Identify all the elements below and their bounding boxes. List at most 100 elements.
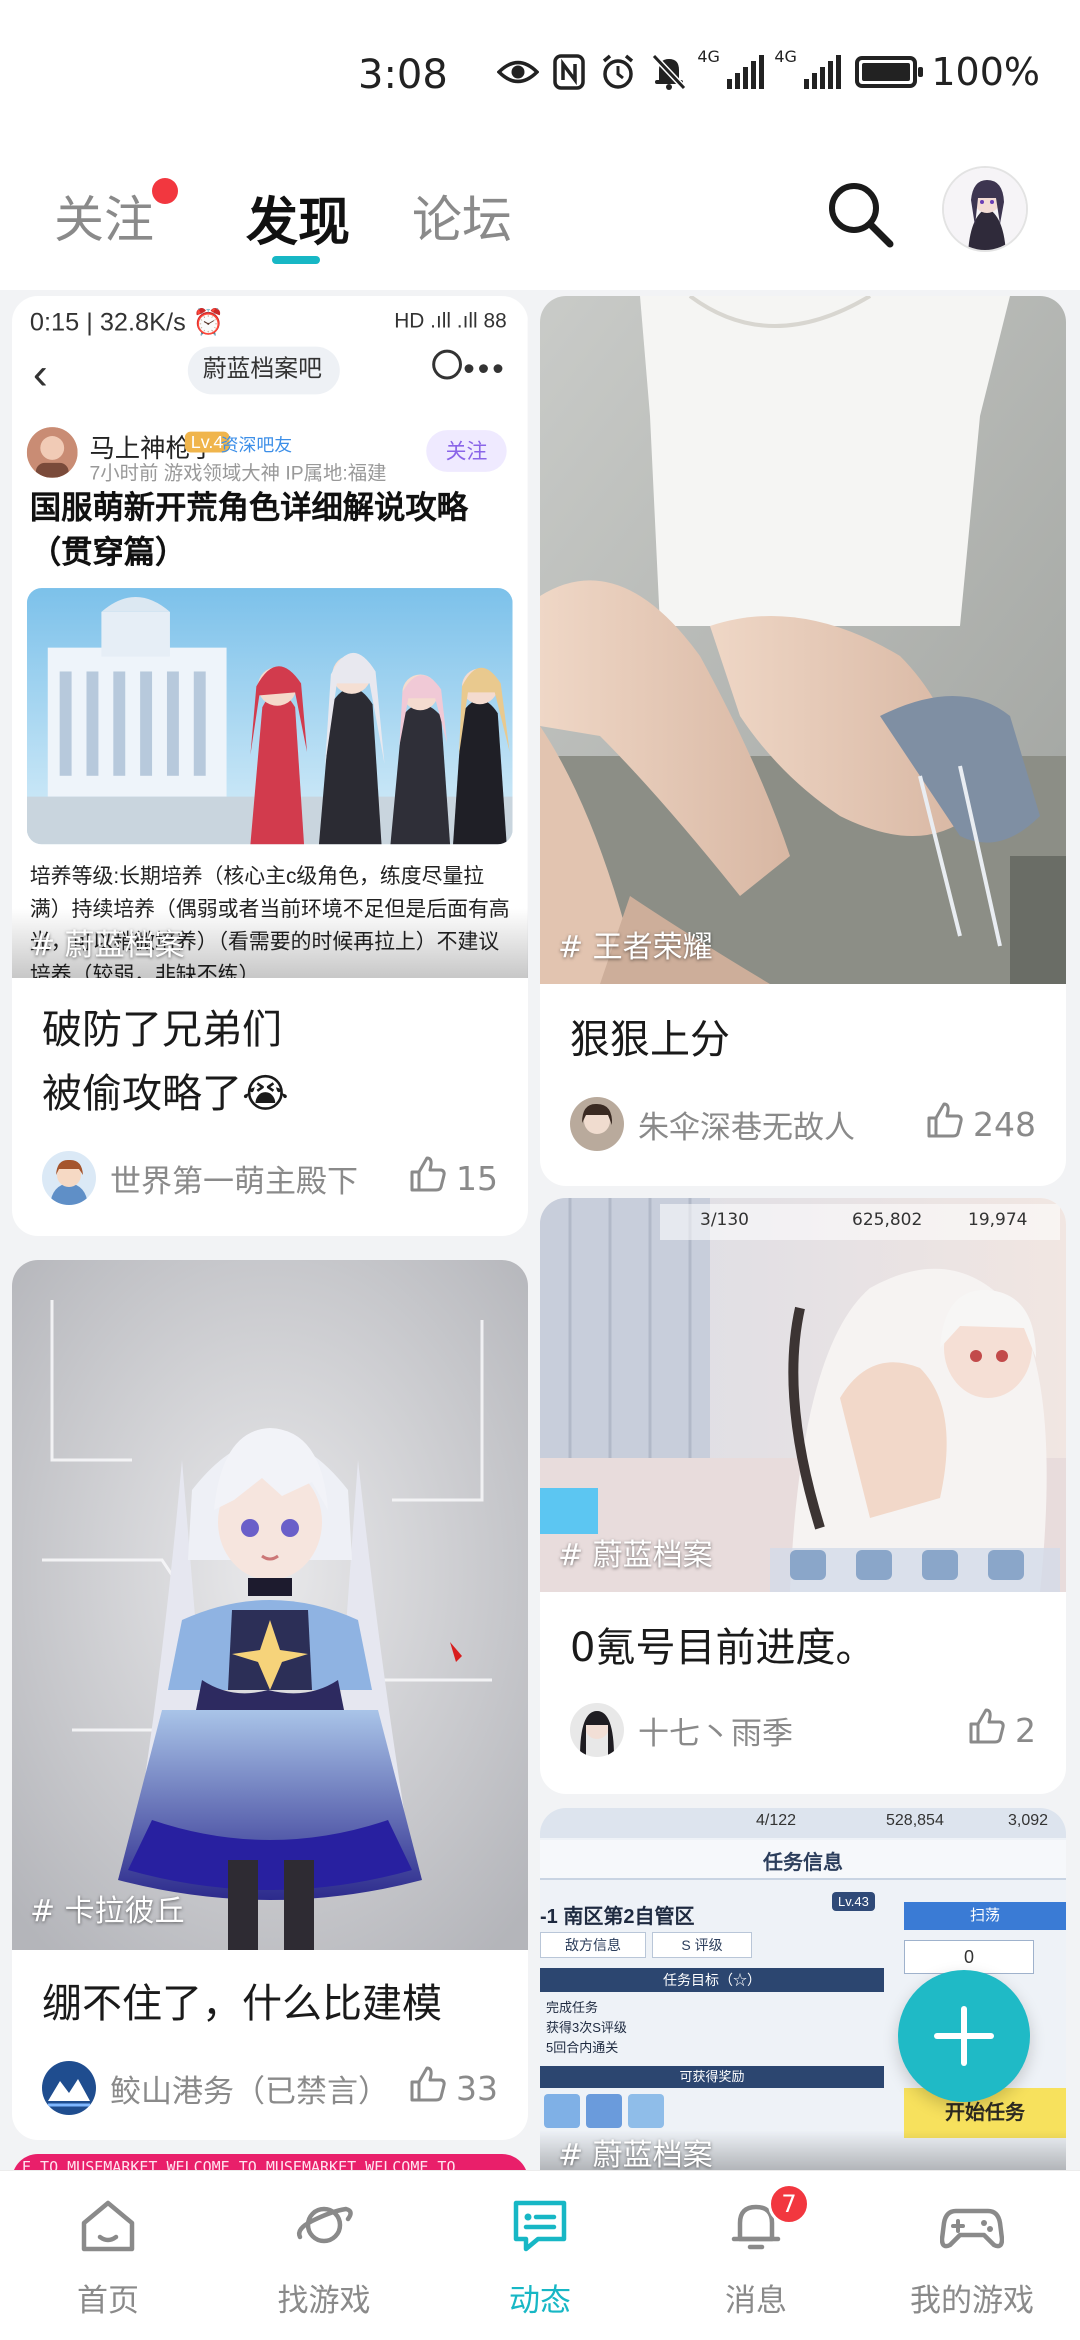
nav-messages-label: 消息: [725, 2283, 787, 2319]
home-icon: [81, 2200, 135, 2252]
chat-icon: [513, 2200, 567, 2252]
author-avatar[interactable]: [42, 1151, 96, 1205]
goal-list: 完成任务 获得3次S评级 5回合内通关: [546, 1998, 627, 2058]
topic-tag[interactable]: # 蔚蓝档案: [558, 1530, 713, 1574]
tab-forum[interactable]: 论坛: [412, 180, 512, 252]
search-icon[interactable]: [822, 176, 898, 252]
battery-fill: [862, 63, 911, 81]
embedded-game-artwork: [26, 588, 513, 845]
sweep-label: 扫荡: [904, 1902, 1066, 1930]
topic-tag[interactable]: # 蔚蓝档案: [558, 2130, 713, 2170]
author-avatar[interactable]: [570, 1703, 624, 1757]
hud-gems: 19,974: [968, 1210, 1028, 1230]
author-avatar[interactable]: [42, 2061, 96, 2115]
embedded-member-badge: 资深吧友: [220, 434, 293, 456]
author-avatar[interactable]: [570, 1097, 624, 1151]
game-hud-bar: [540, 1808, 1066, 1838]
tab-discover[interactable]: 发现: [246, 180, 350, 255]
post-title-line-2: 被偷攻略了😭: [42, 1071, 289, 1117]
post-cover-screenshot: 0:15 | 32.8K/s ⏰ HD .ıll .ıll 88 ‹ 蔚蓝档案吧…: [12, 296, 528, 978]
embedded-more-icon: •••: [463, 349, 507, 387]
follow-notification-dot: [152, 178, 178, 204]
embedded-headline: 国服萌新开荒角色详细解说攻略（贯穿篇）: [29, 491, 468, 571]
signal-icon-2: 4G: [774, 47, 842, 89]
hud-gems: 3,092: [1008, 1812, 1049, 1829]
post-cover-character: [12, 1260, 528, 1950]
like-button[interactable]: 2: [967, 1706, 1036, 1754]
goal-item: 完成任务: [546, 2000, 599, 2015]
nav-my-games-label: 我的游戏: [910, 2283, 1034, 2319]
create-post-button[interactable]: [898, 1970, 1030, 2102]
nav-home-label: 首页: [77, 2283, 139, 2319]
mute-bell-icon: [651, 50, 687, 94]
goal-title: 任务目标（☆）: [540, 1968, 884, 1992]
post-title-line-1: 破防了兄弟们: [42, 1007, 282, 1053]
planet-icon: [297, 2206, 353, 2244]
like-button[interactable]: 248: [925, 1100, 1036, 1148]
goal-item: 获得3次S评级: [546, 2020, 627, 2035]
feed-card-4[interactable]: 3/130 625,802 19,974 # 蔚蓝档案 0氪号目前进度。 十七丶…: [540, 1198, 1066, 1794]
reward-items: [540, 2094, 666, 2134]
tab-follow[interactable]: 关注: [54, 180, 154, 252]
alarm-icon: [599, 50, 637, 94]
topic-tag[interactable]: # 卡拉彼丘: [30, 1886, 185, 1930]
topic-tag[interactable]: # 王者荣耀: [558, 922, 713, 966]
mission-stage: -1 南区第2自管区: [540, 1906, 695, 1928]
status-icons: 4G 4G 100%: [497, 47, 1040, 94]
author-name[interactable]: 十七丶雨季: [638, 1708, 967, 1753]
feed-card-1[interactable]: 0:15 | 32.8K/s ⏰ HD .ıll .ıll 88 ‹ 蔚蓝档案吧…: [12, 296, 528, 1236]
post-meta: 朱伞深巷无故人 248: [570, 1096, 1036, 1152]
nav-find-games[interactable]: 找游戏: [216, 2171, 432, 2340]
post-title: 狠狠上分: [570, 1017, 730, 1063]
embedded-follow-button: 关注: [426, 430, 507, 472]
post-meta: 十七丶雨季 2: [570, 1702, 1036, 1758]
like-count: 33: [456, 2068, 498, 2108]
feed-card-3[interactable]: # 卡拉彼丘 绷不住了，什么比建模 鲛山港务（已禁言） 33: [12, 1260, 528, 2140]
discover-feed-screen: 3:08 4G 4G 100% 关注 发现 论坛 0:15 | 32.8K/s …: [0, 0, 1080, 2340]
thumb-up-icon: [408, 2064, 448, 2112]
signal-icon-1: 4G: [697, 47, 765, 89]
topic-tag[interactable]: # 蔚蓝档案: [30, 920, 185, 964]
goal-item: 5回合内通关: [546, 2040, 619, 2055]
embedded-back-icon: ‹: [32, 349, 48, 399]
mission-header-title: 任务信息: [763, 1852, 843, 1874]
status-time: 3:08: [358, 52, 448, 98]
active-tab-indicator: [272, 256, 320, 264]
embedded-forum-screenshot: 0:15 | 32.8K/s ⏰ HD .ıll .ıll 88 ‹ 蔚蓝档案吧…: [12, 296, 528, 978]
like-count: 15: [456, 1158, 498, 1198]
battery-icon: [855, 56, 924, 88]
status-bar: 3:08 4G 4G 100%: [0, 0, 1080, 150]
like-button[interactable]: 33: [408, 2064, 498, 2112]
battery-percent: 100%: [931, 50, 1040, 94]
nav-my-games[interactable]: 我的游戏: [864, 2171, 1080, 2340]
like-button[interactable]: 15: [408, 1154, 498, 1202]
feed-card-2[interactable]: # 王者荣耀 狠狠上分 朱伞深巷无故人 248: [540, 296, 1066, 1186]
like-count: 248: [973, 1104, 1036, 1144]
hud-stamina: 3/130: [700, 1210, 749, 1230]
nav-home[interactable]: 首页: [0, 2171, 216, 2340]
messages-badge: 7: [768, 2183, 810, 2225]
author-name[interactable]: 朱伞深巷无故人: [638, 1102, 925, 1147]
bottom-navigation: 首页 找游戏 动态 7 消息 我的游戏: [0, 2170, 1080, 2340]
like-count: 2: [1015, 1710, 1036, 1750]
post-meta: 世界第一萌主殿下 15: [42, 1150, 498, 1206]
post-title: 0氪号目前进度。: [570, 1625, 876, 1671]
post-meta: 鲛山港务（已禁言） 33: [42, 2060, 498, 2116]
embedded-status-left: 0:15 | 32.8K/s ⏰: [29, 307, 225, 337]
author-name[interactable]: 世界第一萌主殿下: [110, 1156, 408, 1201]
thumb-up-icon: [925, 1100, 965, 1148]
mission-level: Lv.43: [832, 1892, 875, 1911]
thumb-up-icon: [408, 1154, 448, 1202]
nav-messages[interactable]: 7 消息: [648, 2171, 864, 2340]
post-title: 破防了兄弟们 被偷攻略了😭: [42, 998, 498, 1126]
post-cover-photo: [540, 296, 1066, 984]
top-navigation: 关注 发现 论坛: [0, 150, 1080, 290]
hud-stamina: 4/122: [756, 1812, 797, 1829]
nfc-icon: [553, 50, 586, 94]
embedded-forum-chip: 蔚蓝档案吧: [187, 346, 340, 395]
author-name[interactable]: 鲛山港务（已禁言）: [110, 2066, 408, 2111]
user-avatar[interactable]: [942, 166, 1028, 252]
reward-title: 可获得奖励: [540, 2066, 884, 2088]
nav-activity[interactable]: 动态: [432, 2171, 648, 2340]
rank-chip: S 评级: [652, 1932, 752, 1958]
